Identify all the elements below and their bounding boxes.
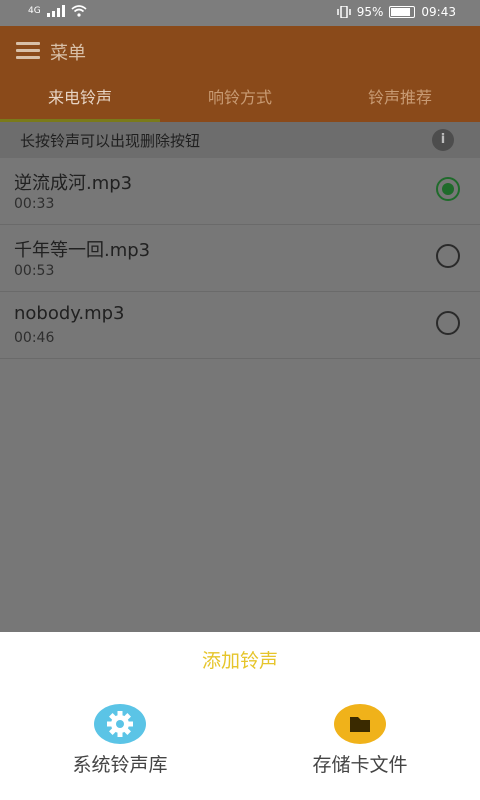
tab-bar: 来电铃声 响铃方式 铃声推荐 bbox=[0, 76, 480, 122]
hint-bar: 长按铃声可以出现删除按钮 i bbox=[0, 122, 480, 158]
tab-recommendations[interactable]: 铃声推荐 bbox=[320, 76, 480, 122]
folder-icon bbox=[334, 704, 386, 744]
system-ringtone-library-button[interactable]: 系统铃声库 bbox=[20, 704, 220, 777]
vibrate-icon bbox=[336, 6, 351, 18]
radio-unselected[interactable] bbox=[436, 244, 460, 268]
tab-incoming-ringtone[interactable]: 来电铃声 bbox=[0, 76, 160, 122]
menu-title[interactable]: 菜单 bbox=[50, 39, 86, 65]
tab-label: 铃声推荐 bbox=[367, 88, 432, 107]
gear-icon bbox=[94, 704, 146, 744]
network-label: 4G bbox=[28, 6, 41, 16]
ringtone-name: nobody.mp3 bbox=[14, 303, 125, 324]
info-icon[interactable]: i bbox=[432, 129, 454, 151]
radio-unselected[interactable] bbox=[436, 311, 460, 335]
hamburger-menu-icon[interactable] bbox=[16, 42, 40, 60]
battery-percent: 95% bbox=[356, 5, 384, 19]
ringtone-duration: 00:53 bbox=[14, 263, 55, 279]
signal-icon bbox=[46, 5, 65, 17]
ringtone-name: 千年等一回.mp3 bbox=[14, 240, 151, 261]
ringtone-name: 逆流成河.mp3 bbox=[14, 173, 133, 194]
ringtone-duration: 00:46 bbox=[14, 330, 55, 346]
app-bar: 菜单 来电铃声 响铃方式 铃声推荐 bbox=[0, 26, 480, 122]
option-label: 存储卡文件 bbox=[312, 754, 408, 776]
ringtone-list: 逆流成河.mp3 00:33 千年等一回.mp3 00:53 nobody.mp… bbox=[0, 158, 480, 359]
dimmed-content[interactable]: 长按铃声可以出现删除按钮 i 逆流成河.mp3 00:33 千年等一回.mp3 … bbox=[0, 122, 480, 632]
add-ringtone-sheet: 添加铃声 系统铃声库 存储卡文件 bbox=[0, 632, 480, 800]
ringtone-row[interactable]: 逆流成河.mp3 00:33 bbox=[0, 158, 480, 225]
menu-row: 菜单 bbox=[0, 26, 480, 76]
tab-label: 来电铃声 bbox=[47, 88, 112, 107]
clock: 09:43 bbox=[421, 5, 456, 19]
option-label: 系统铃声库 bbox=[72, 754, 168, 776]
battery-icon bbox=[389, 6, 416, 18]
radio-selected[interactable] bbox=[436, 177, 460, 201]
tab-label: 响铃方式 bbox=[207, 88, 272, 107]
ringtone-duration: 00:33 bbox=[14, 196, 55, 212]
hint-text: 长按铃声可以出现删除按钮 bbox=[20, 132, 201, 150]
status-bar: 4G 95% 09:43 bbox=[0, 0, 480, 26]
storage-card-file-button[interactable]: 存储卡文件 bbox=[260, 704, 460, 777]
radio-dot bbox=[442, 183, 454, 195]
sheet-title: 添加铃声 bbox=[201, 650, 278, 672]
wifi-icon bbox=[71, 5, 87, 17]
ringtone-row[interactable]: nobody.mp3 00:46 bbox=[0, 292, 480, 359]
ringtone-row[interactable]: 千年等一回.mp3 00:53 bbox=[0, 225, 480, 292]
tab-ring-mode[interactable]: 响铃方式 bbox=[160, 76, 320, 122]
